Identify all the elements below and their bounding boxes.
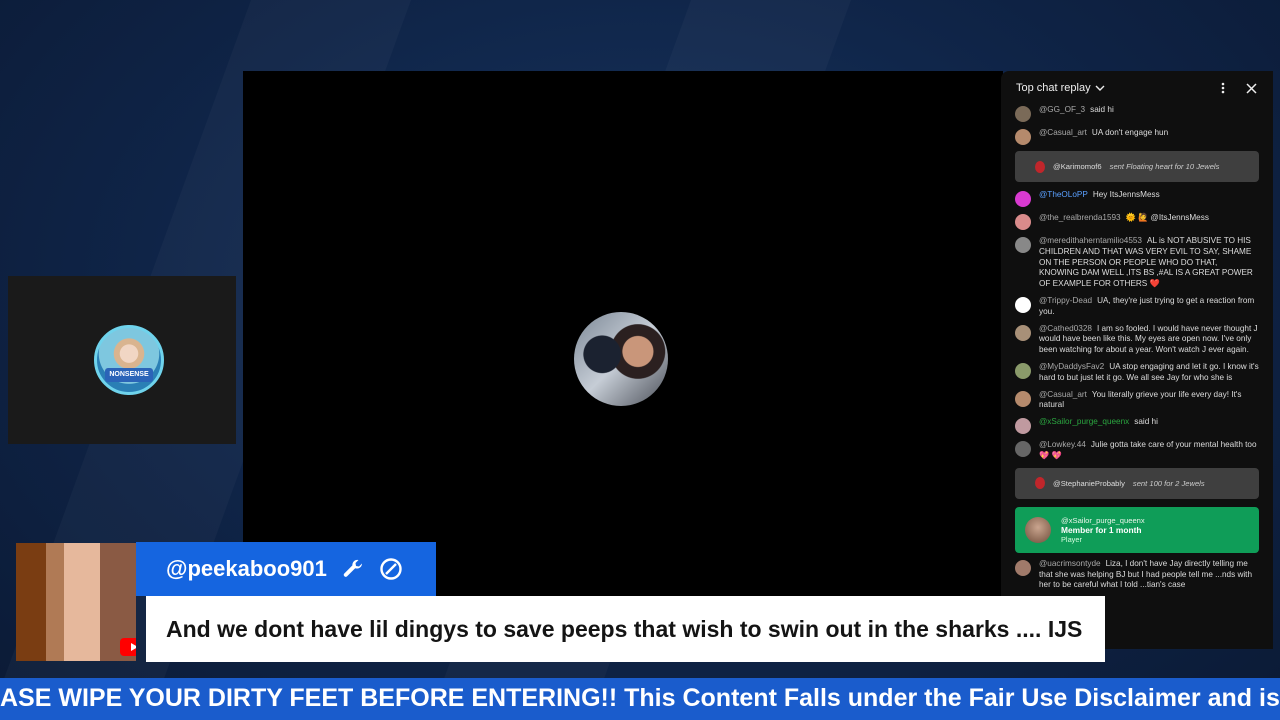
youtube-logo-icon [120, 638, 136, 656]
chat-text: UA don't engage hun [1091, 128, 1169, 137]
more-options-icon[interactable] [1213, 78, 1233, 98]
chat-author[interactable]: @MyDaddysFav2 [1039, 362, 1104, 371]
avatar[interactable] [1015, 390, 1031, 407]
chat-author[interactable]: @Casual_art [1039, 390, 1087, 399]
chat-message: @Casual_art UA don't engage hun [1015, 128, 1259, 145]
avatar[interactable] [1015, 324, 1031, 341]
avatar[interactable] [1015, 214, 1031, 230]
chat-author[interactable]: @Casual_art [1039, 128, 1087, 137]
chat-message-list: @GG_OF_3 said hi @Casual_art UA don't engag… [1001, 105, 1273, 615]
chat-author[interactable]: @Lowkey.44 [1039, 440, 1086, 449]
chat-text: said hi [1090, 105, 1114, 114]
chat-message: @TheOLoPP Hey ItsJennsMess [1015, 190, 1259, 207]
avatar [1025, 516, 1051, 543]
gift-icon [1035, 160, 1045, 173]
chat-message: @the_realbrenda1593 🌞 🙋 @ItsJennsMess [1015, 213, 1259, 230]
member-author: @xSailor_purge_queenx [1061, 515, 1145, 525]
avatar[interactable] [1015, 296, 1031, 313]
comment-text: And we dont have lil dingys to save peep… [166, 615, 1083, 642]
chat-text: Hey ItsJennsMess [1092, 190, 1160, 199]
avatar[interactable] [1015, 559, 1031, 576]
comment-username: @peekaboo901 [166, 556, 327, 581]
commenter-photo [16, 543, 136, 661]
avatar[interactable] [1015, 362, 1031, 379]
chat-mode-label: Top chat replay [1016, 82, 1091, 94]
chat-author[interactable]: @xSailor_purge_queenx [1039, 417, 1129, 426]
membership-card: @xSailor_purge_queenx Member for 1 month P… [1015, 506, 1259, 553]
gift-text: sent Floating heart for 10 Jewels [1109, 162, 1220, 171]
chat-author[interactable]: @the_realbrenda1593 [1039, 213, 1121, 222]
gift-message: @Karimomof6 sent Floating heart for 10 Je… [1015, 151, 1259, 182]
chat-author[interactable]: @meredithaherntamilio4553 [1039, 236, 1142, 245]
gift-author: @StephanieProbably [1053, 478, 1125, 488]
avatar[interactable] [1015, 191, 1031, 207]
chat-header: Top chat replay [1001, 71, 1273, 105]
avatar[interactable] [1015, 129, 1031, 145]
guest-badge: NONSENSE [105, 368, 153, 382]
chat-author[interactable]: @Trippy-Dead [1039, 296, 1092, 305]
gift-author: @Karimomof6 [1053, 162, 1102, 171]
chat-author[interactable]: @Cathed0328 [1039, 324, 1092, 333]
chat-message: @MyDaddysFav2 UA stop engaging and let it… [1015, 362, 1259, 384]
chat-author[interactable]: @GG_OF_3 [1039, 105, 1085, 114]
main-video-stage [243, 71, 1003, 596]
chat-message: @xSailor_purge_queenx said hi [1015, 417, 1259, 435]
comment-text-box: And we dont have lil dingys to save peep… [146, 596, 1105, 662]
close-icon[interactable] [1241, 78, 1261, 98]
chat-message: @Cathed0328 I am so fooled. I would have … [1015, 324, 1259, 356]
guest-video-tile: NONSENSE [8, 276, 236, 444]
chat-text: 🌞 🙋 @ItsJennsMess [1125, 213, 1209, 222]
chat-message: @Casual_art You literally grieve your lif… [1015, 390, 1259, 412]
blocked-icon [380, 558, 402, 580]
gift-message: @StephanieProbably sent 100 for 2 Jewels [1015, 467, 1259, 499]
chat-message: @Trippy-Dead UA, they're just trying to g… [1015, 296, 1259, 318]
guest-avatar: NONSENSE [94, 325, 164, 395]
avatar[interactable] [1015, 441, 1031, 458]
avatar[interactable] [1015, 106, 1031, 122]
member-level: Player [1061, 534, 1082, 544]
chat-message: @GG_OF_3 said hi [1015, 105, 1259, 122]
chat-text: said hi [1134, 417, 1158, 427]
chat-author[interactable]: @uacrimsontyde [1039, 559, 1101, 568]
chat-mode-dropdown[interactable]: Top chat replay [1016, 82, 1205, 94]
comment-username-bar: @peekaboo901 [136, 542, 436, 596]
wrench-icon [343, 559, 362, 577]
host-avatar [574, 312, 668, 406]
gift-icon [1035, 477, 1045, 490]
chat-author[interactable]: @TheOLoPP [1039, 190, 1088, 199]
chat-message: @Lowkey.44 Julie gotta take care of your … [1015, 440, 1259, 462]
chat-message: @meredithaherntamilio4553 AL is NOT ABUSI… [1015, 236, 1259, 290]
member-duration: Member for 1 month [1061, 524, 1142, 535]
avatar[interactable] [1015, 418, 1031, 435]
ticker-text: ASE WIPE YOUR DIRTY FEET BEFORE ENTERING… [0, 684, 1280, 712]
chat-message: @uacrimsontyde Liza, I don't have Jay dir… [1015, 559, 1259, 591]
live-chat-panel: Top chat replay @GG_OF_3 said hi @Casual_a… [1001, 71, 1273, 649]
avatar[interactable] [1015, 237, 1031, 253]
chevron-down-icon [1095, 85, 1105, 91]
disclaimer-ticker: ASE WIPE YOUR DIRTY FEET BEFORE ENTERING… [0, 678, 1280, 720]
gift-text: sent 100 for 2 Jewels [1132, 478, 1205, 488]
